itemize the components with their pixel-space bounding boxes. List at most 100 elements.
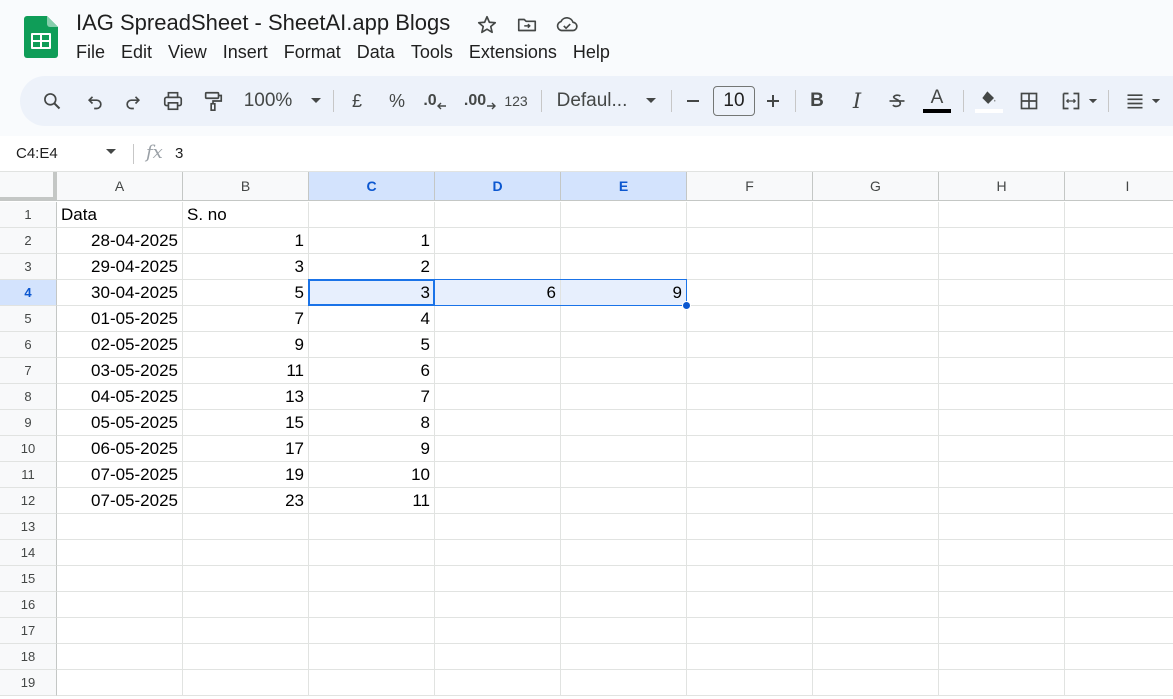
zoom-select[interactable]: 100% (238, 76, 328, 126)
select-all-corner[interactable] (0, 172, 57, 201)
cell-g11[interactable] (813, 462, 939, 488)
cell-h13[interactable] (939, 514, 1065, 540)
cell-c4[interactable]: 3 (309, 280, 435, 306)
cell-a11[interactable]: 07-05-2025 (57, 462, 183, 488)
cell-d9[interactable] (435, 410, 561, 436)
cell-f3[interactable] (687, 254, 813, 280)
cell-h9[interactable] (939, 410, 1065, 436)
cell-g6[interactable] (813, 332, 939, 358)
italic-button[interactable]: I (844, 76, 870, 126)
cell-b1[interactable]: S. no (183, 202, 309, 228)
cell-c10[interactable]: 9 (309, 436, 435, 462)
cell-c9[interactable]: 8 (309, 410, 435, 436)
cell-h2[interactable] (939, 228, 1065, 254)
cell-d6[interactable] (435, 332, 561, 358)
cell-f4[interactable] (687, 280, 813, 306)
row-header-7[interactable]: 7 (0, 358, 57, 384)
cell-b13[interactable] (183, 514, 309, 540)
cell-h16[interactable] (939, 592, 1065, 618)
cell-c15[interactable] (309, 566, 435, 592)
row-header-13[interactable]: 13 (0, 514, 57, 540)
cell-e10[interactable] (561, 436, 687, 462)
row-header-6[interactable]: 6 (0, 332, 57, 358)
cell-e14[interactable] (561, 540, 687, 566)
cell-f10[interactable] (687, 436, 813, 462)
chevron-down-icon[interactable] (105, 148, 117, 156)
cell-e12[interactable] (561, 488, 687, 514)
cell-i18[interactable] (1065, 644, 1173, 670)
cell-c14[interactable] (309, 540, 435, 566)
menu-view[interactable]: View (160, 40, 215, 65)
cell-f12[interactable] (687, 488, 813, 514)
cell-f17[interactable] (687, 618, 813, 644)
row-header-16[interactable]: 16 (0, 592, 57, 618)
cell-a9[interactable]: 05-05-2025 (57, 410, 183, 436)
cell-b15[interactable] (183, 566, 309, 592)
row-header-17[interactable]: 17 (0, 618, 57, 644)
bold-button[interactable]: B (804, 76, 830, 126)
cell-b6[interactable]: 9 (183, 332, 309, 358)
cell-g17[interactable] (813, 618, 939, 644)
cell-a4[interactable]: 30-04-2025 (57, 280, 183, 306)
row-header-9[interactable]: 9 (0, 410, 57, 436)
row-header-4[interactable]: 4 (0, 280, 57, 306)
cell-g5[interactable] (813, 306, 939, 332)
cell-h17[interactable] (939, 618, 1065, 644)
row-header-11[interactable]: 11 (0, 462, 57, 488)
move-to-folder-icon[interactable] (514, 12, 540, 38)
cell-h6[interactable] (939, 332, 1065, 358)
cell-a18[interactable] (57, 644, 183, 670)
row-header-12[interactable]: 12 (0, 488, 57, 514)
cell-c18[interactable] (309, 644, 435, 670)
row-header-18[interactable]: 18 (0, 644, 57, 670)
cell-b11[interactable]: 19 (183, 462, 309, 488)
increase-font-size-icon[interactable] (760, 76, 786, 126)
cell-e1[interactable] (561, 202, 687, 228)
menu-format[interactable]: Format (276, 40, 349, 65)
cell-f16[interactable] (687, 592, 813, 618)
borders-icon[interactable] (1014, 76, 1044, 126)
cell-h1[interactable] (939, 202, 1065, 228)
format-currency-button[interactable]: £ (342, 76, 372, 126)
cell-h14[interactable] (939, 540, 1065, 566)
cell-e16[interactable] (561, 592, 687, 618)
cell-d11[interactable] (435, 462, 561, 488)
column-header-h[interactable]: H (939, 172, 1065, 201)
cell-d18[interactable] (435, 644, 561, 670)
cell-i11[interactable] (1065, 462, 1173, 488)
row-header-5[interactable]: 5 (0, 306, 57, 332)
row-header-2[interactable]: 2 (0, 228, 57, 254)
cell-a2[interactable]: 28-04-2025 (57, 228, 183, 254)
cell-g14[interactable] (813, 540, 939, 566)
cell-a19[interactable] (57, 670, 183, 696)
increase-decimal-button[interactable]: .00 (460, 76, 500, 126)
cell-e9[interactable] (561, 410, 687, 436)
cell-b7[interactable]: 11 (183, 358, 309, 384)
cell-b14[interactable] (183, 540, 309, 566)
cell-f9[interactable] (687, 410, 813, 436)
cell-i12[interactable] (1065, 488, 1173, 514)
cell-a14[interactable] (57, 540, 183, 566)
cell-f6[interactable] (687, 332, 813, 358)
cell-c8[interactable]: 7 (309, 384, 435, 410)
menu-edit[interactable]: Edit (113, 40, 160, 65)
document-title[interactable]: IAG SpreadSheet - SheetAI.app Blogs (76, 10, 450, 36)
menu-help[interactable]: Help (565, 40, 618, 65)
cell-h4[interactable] (939, 280, 1065, 306)
cell-h5[interactable] (939, 306, 1065, 332)
horizontal-align-icon[interactable] (1118, 76, 1168, 126)
cell-a7[interactable]: 03-05-2025 (57, 358, 183, 384)
cell-h3[interactable] (939, 254, 1065, 280)
cell-a8[interactable]: 04-05-2025 (57, 384, 183, 410)
fill-handle[interactable] (682, 301, 691, 310)
cell-b3[interactable]: 3 (183, 254, 309, 280)
cell-f1[interactable] (687, 202, 813, 228)
cell-f11[interactable] (687, 462, 813, 488)
column-header-b[interactable]: B (183, 172, 309, 201)
cell-e6[interactable] (561, 332, 687, 358)
cell-g18[interactable] (813, 644, 939, 670)
cell-d1[interactable] (435, 202, 561, 228)
cell-f18[interactable] (687, 644, 813, 670)
cell-h15[interactable] (939, 566, 1065, 592)
cell-f7[interactable] (687, 358, 813, 384)
